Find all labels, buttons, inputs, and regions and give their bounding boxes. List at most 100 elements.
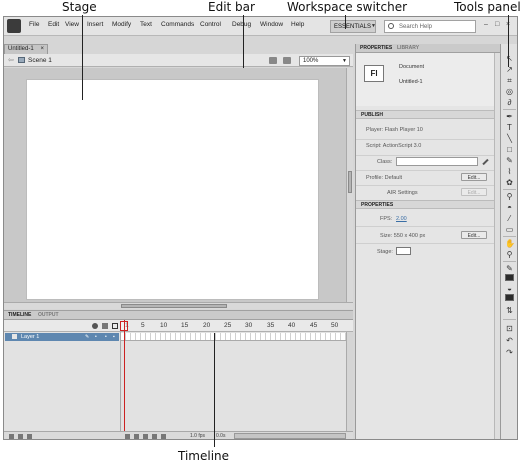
tab-timeline[interactable]: TIMELINE (8, 312, 31, 318)
pencil-tool-icon[interactable]: ✎ (505, 156, 514, 165)
menu-debug[interactable]: Debug (232, 21, 251, 28)
zoom-tool-icon[interactable]: ⚲ (505, 250, 514, 259)
subselection-tool-icon[interactable]: ↗ (505, 65, 514, 74)
menu-file[interactable]: File (29, 21, 39, 28)
timeline-horizontal-scrollbar[interactable] (234, 433, 346, 439)
pencil-icon[interactable] (482, 158, 489, 166)
center-frame-icon[interactable] (125, 434, 130, 439)
edit-multiple-frames-icon[interactable] (152, 434, 157, 439)
menu-text[interactable]: Text (140, 21, 152, 28)
edit-bar: ⇦ Scene 1 100% ▼ (4, 54, 353, 67)
stage-horizontal-scrollbar[interactable] (4, 302, 353, 309)
free-transform-tool-icon[interactable]: ⌗ (505, 76, 514, 85)
profile-setting: Profile: Default (366, 175, 403, 181)
paint-bucket-tool-icon[interactable]: ◓ (505, 203, 514, 212)
layer-row[interactable]: Layer 1 ✎ • • ▪ (5, 333, 119, 341)
lock-icon[interactable] (102, 323, 108, 329)
document-tab[interactable]: Untitled-1 × (4, 44, 48, 54)
ruler-frame: 45 (310, 322, 318, 329)
divider (356, 185, 500, 186)
publish-section-header[interactable]: PUBLISH (356, 110, 500, 119)
ruler-frame: 30 (245, 322, 253, 329)
eye-icon[interactable] (92, 323, 98, 329)
deco-tool-icon[interactable]: ✿ (505, 178, 514, 187)
eyedropper-tool-icon[interactable]: ⁄ (505, 214, 514, 223)
tab-properties[interactable]: PROPERTIES (360, 45, 392, 51)
stage-color-swatch[interactable] (396, 247, 411, 255)
snap-to-objects-icon[interactable]: ⊡ (505, 324, 514, 333)
eraser-tool-icon[interactable]: ▭ (505, 225, 514, 234)
brush-tool-icon[interactable]: ⌇ (505, 167, 514, 176)
workspace-switcher[interactable]: ESSENTIALS ▼ (330, 20, 376, 33)
close-tab-icon[interactable]: × (40, 46, 44, 52)
rectangle-tool-icon[interactable]: □ (505, 145, 514, 154)
menu-control[interactable]: Control (200, 21, 221, 28)
fps-value[interactable]: 2.00 (396, 216, 407, 222)
menu-insert[interactable]: Insert (87, 21, 103, 28)
scroll-thumb[interactable] (348, 171, 352, 193)
back-arrow-icon[interactable]: ⇦ (8, 56, 14, 64)
callout-stage: Stage (62, 0, 97, 14)
selection-tool-icon[interactable]: ↖ (505, 54, 514, 63)
tab-library[interactable]: LIBRARY (397, 45, 419, 51)
size-edit-button[interactable]: Edit... (461, 231, 487, 239)
search-help-field[interactable]: Search Help (384, 20, 476, 33)
restore-button[interactable]: □ (495, 21, 499, 28)
new-layer-icon[interactable] (9, 434, 14, 439)
smooth-icon[interactable]: ↶ (505, 336, 514, 345)
menu-help[interactable]: Help (291, 21, 304, 28)
bone-tool-icon[interactable]: ⚲ (505, 192, 514, 201)
lasso-tool-icon[interactable]: ∂ (505, 98, 514, 107)
stroke-color-icon[interactable]: ✎ (505, 264, 514, 273)
hand-tool-icon[interactable]: ✋ (505, 239, 515, 248)
ruler-frame: 20 (203, 322, 211, 329)
3d-rotation-tool-icon[interactable]: ◎ (505, 87, 514, 96)
delete-layer-icon[interactable] (27, 434, 32, 439)
class-field[interactable] (396, 157, 478, 166)
properties-section-header[interactable]: PROPERTIES (356, 200, 500, 209)
swap-colors-icon[interactable]: ⇅ (505, 306, 514, 315)
onion-skin-icon[interactable] (134, 434, 139, 439)
air-edit-button[interactable]: Edit... (461, 188, 487, 196)
edit-symbols-icon[interactable] (283, 57, 291, 64)
line-tool-icon[interactable]: ╲ (505, 134, 514, 143)
menu-view[interactable]: View (65, 21, 79, 28)
menu-window[interactable]: Window (260, 21, 283, 28)
pen-tool-icon[interactable]: ✒ (505, 112, 514, 121)
document-tab-label: Untitled-1 (8, 46, 34, 52)
onion-outline-icon[interactable] (143, 434, 148, 439)
menu-edit[interactable]: Edit (48, 21, 59, 28)
timeline-divider[interactable] (120, 332, 121, 431)
scroll-thumb[interactable] (121, 304, 227, 308)
layer-icon (12, 334, 17, 339)
stage[interactable] (26, 79, 319, 300)
fill-color-icon[interactable]: ◒ (505, 284, 514, 293)
divider (503, 109, 516, 110)
modify-onion-markers-icon[interactable] (161, 434, 166, 439)
straighten-icon[interactable]: ↷ (505, 348, 514, 357)
callout-leader-workspace (345, 15, 346, 29)
workspace-label: ESSENTIALS (334, 24, 372, 30)
edit-scene-icon[interactable] (269, 57, 277, 64)
playhead[interactable] (124, 320, 125, 431)
menu-modify[interactable]: Modify (112, 21, 131, 28)
stroke-color-swatch[interactable] (505, 274, 514, 281)
menu-commands[interactable]: Commands (161, 21, 194, 28)
outline-box-icon[interactable]: ▪ (113, 334, 115, 340)
timeline-vertical-scrollbar[interactable] (346, 332, 353, 431)
fill-color-swatch[interactable] (505, 294, 514, 301)
text-tool-icon[interactable]: T (505, 123, 514, 132)
search-icon (388, 23, 394, 29)
frame-strip[interactable] (121, 333, 346, 341)
callout-leader-timeline (214, 333, 215, 447)
visibility-dot-icon[interactable]: • (95, 334, 97, 340)
tab-output[interactable]: OUTPUT (38, 312, 59, 318)
divider (503, 319, 516, 320)
zoom-dropdown[interactable]: 100% ▼ (299, 56, 350, 66)
profile-edit-button[interactable]: Edit... (461, 173, 487, 181)
outline-icon[interactable] (112, 323, 118, 329)
new-folder-icon[interactable] (18, 434, 23, 439)
minimize-button[interactable]: – (484, 21, 488, 28)
lock-dot-icon[interactable]: • (105, 334, 107, 340)
stage-vertical-scrollbar[interactable] (346, 68, 353, 302)
